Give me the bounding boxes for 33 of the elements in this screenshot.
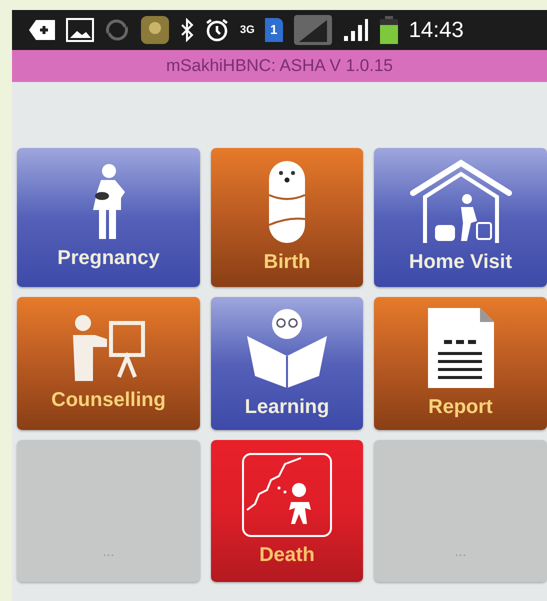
signal-strength-icon bbox=[342, 18, 369, 42]
tile-label: ... bbox=[454, 542, 466, 561]
signal-strength-icon bbox=[292, 14, 333, 46]
tile-label: Report bbox=[428, 394, 493, 420]
sync-icon bbox=[104, 19, 130, 41]
menu-tile[interactable]: Report bbox=[374, 297, 547, 430]
clock-time: 14:43 bbox=[408, 19, 464, 41]
keyboard-delete-icon bbox=[28, 19, 56, 41]
sim-indicator: 1 bbox=[264, 18, 283, 42]
bluetooth-icon bbox=[180, 18, 194, 42]
app-icon bbox=[140, 15, 170, 45]
network-type-indicator: 3G bbox=[240, 24, 255, 36]
teacher-board-icon bbox=[70, 312, 146, 382]
menu-tile[interactable]: Death bbox=[211, 440, 363, 582]
menu-tile[interactable]: Pregnancy bbox=[17, 148, 200, 287]
tile-label: Pregnancy bbox=[57, 246, 160, 270]
menu-tile[interactable]: Home Visit bbox=[374, 148, 547, 287]
menu-tile[interactable]: Counselling bbox=[17, 297, 200, 430]
app-title: mSakhiHBNC: ASHA V 1.0.15 bbox=[166, 55, 393, 78]
tile-label: Home Visit bbox=[409, 250, 512, 274]
tile-label: Learning bbox=[244, 394, 330, 420]
image-icon bbox=[66, 18, 94, 42]
tile-label: ... bbox=[102, 542, 114, 561]
alarm-clock-icon bbox=[204, 17, 230, 43]
tile-label: Birth bbox=[264, 250, 310, 274]
tile-label: Death bbox=[259, 543, 315, 568]
battery-icon bbox=[378, 15, 399, 45]
menu-tile[interactable]: Birth bbox=[211, 148, 363, 287]
menu-tile[interactable]: Learning bbox=[211, 297, 363, 430]
house-visit-icon bbox=[408, 158, 512, 244]
tile-label: Counselling bbox=[51, 388, 166, 412]
document-icon bbox=[426, 306, 496, 390]
falling-person-icon bbox=[241, 452, 333, 538]
